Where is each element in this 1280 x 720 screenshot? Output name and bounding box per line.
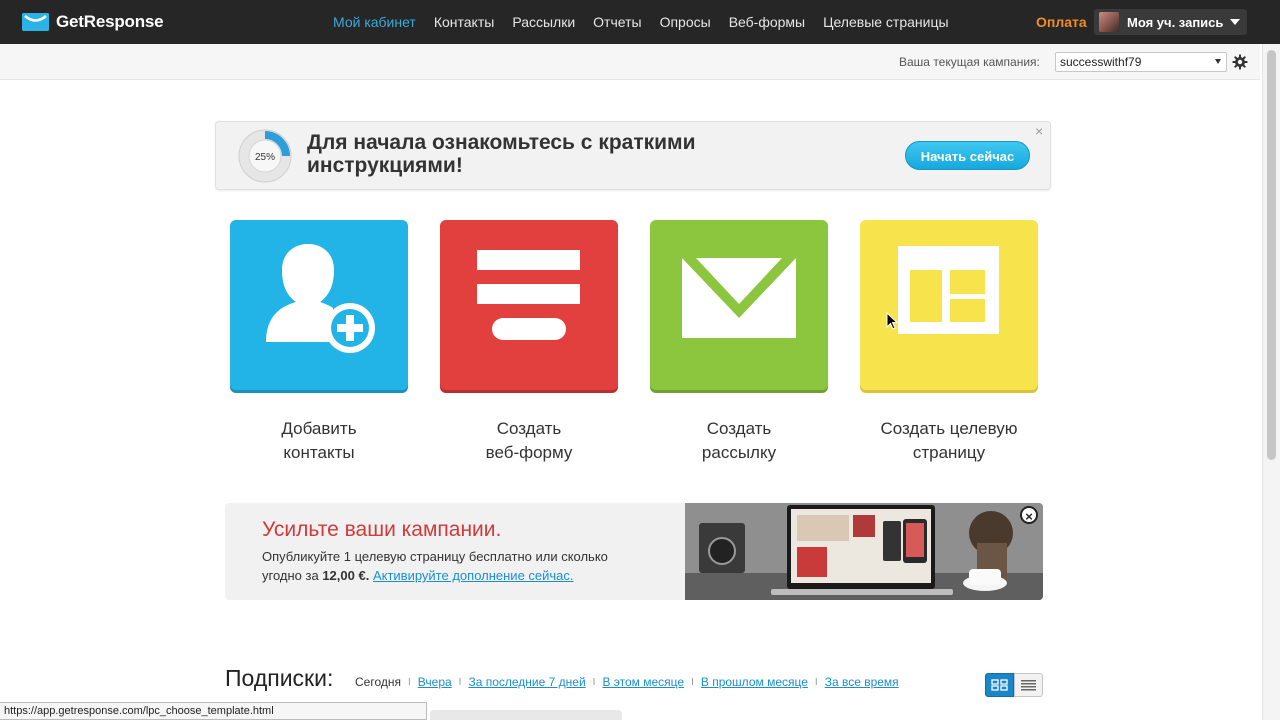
- add-user-icon: [266, 244, 375, 353]
- create-landing-page-tile[interactable]: [860, 220, 1038, 390]
- browser-status-bar: https://app.getresponse.com/lpc_choose_t…: [0, 702, 427, 720]
- period-filters: Сегодня I Вчера I За последние 7 дней I …: [355, 675, 899, 689]
- tile-label-line: Добавить: [281, 419, 357, 438]
- progress-ring-icon: 25%: [238, 129, 292, 183]
- envelope-icon: [682, 258, 796, 338]
- webform-icon: [477, 250, 580, 340]
- filter-yesterday[interactable]: Вчера: [418, 675, 452, 689]
- nav-item-contacts[interactable]: Контакты: [434, 14, 494, 30]
- campaign-bar: Ваша текущая кампания: successwithf79: [0, 44, 1260, 80]
- filter-separator: I: [691, 676, 694, 688]
- filter-last-month[interactable]: В прошлом месяце: [701, 675, 808, 689]
- activate-addon-link[interactable]: Активируйте дополнение сейчас.: [373, 568, 574, 583]
- create-webform-tile[interactable]: [440, 220, 618, 390]
- select-arrow-icon: [1215, 59, 1221, 64]
- tile-label-line: рассылку: [701, 443, 777, 462]
- progress-label: 25%: [255, 152, 275, 163]
- filter-separator: I: [814, 676, 818, 688]
- start-now-button[interactable]: Начать сейчас: [905, 141, 1030, 170]
- nav-item-landing-pages[interactable]: Целевые страницы: [823, 14, 948, 30]
- list-icon: [1021, 680, 1036, 691]
- create-newsletter-label[interactable]: Создать рассылку: [629, 417, 849, 465]
- tile-label-line: Создать: [706, 419, 772, 438]
- promo-price: 12,00 €.: [322, 568, 370, 583]
- main-nav: Мой кабинет Контакты Рассылки Отчеты Опр…: [333, 0, 967, 44]
- tile-label-line: страницу: [912, 443, 986, 462]
- content-panel-edge: [430, 710, 622, 720]
- add-contacts-label[interactable]: Добавить контакты: [209, 417, 429, 465]
- subscriptions-title: Подписки:: [225, 665, 334, 691]
- list-view-button[interactable]: [1014, 673, 1043, 697]
- promo-text: Опубликуйте 1 целевую страницу бесплатно…: [262, 547, 642, 585]
- campaign-selected-value: successwithf79: [1060, 55, 1142, 69]
- add-contacts-tile[interactable]: [230, 220, 408, 390]
- account-menu-button[interactable]: Моя уч. запись: [1094, 9, 1247, 35]
- filter-this-month[interactable]: В этом месяце: [602, 675, 684, 689]
- view-toggle: [985, 673, 1043, 697]
- getresponse-logo[interactable]: GetResponse: [22, 12, 164, 32]
- top-navigation-bar: GetResponse Мой кабинет Контакты Рассылк…: [0, 0, 1280, 44]
- logo-envelope-icon: [22, 13, 49, 31]
- pay-link[interactable]: Оплата: [1036, 14, 1087, 30]
- grid-view-button[interactable]: [985, 673, 1014, 697]
- tile-label-line: Создать: [496, 419, 562, 438]
- create-newsletter-tile[interactable]: [650, 220, 828, 390]
- nav-item-reports[interactable]: Отчеты: [593, 14, 641, 30]
- promo-illustration: [685, 503, 1043, 600]
- tile-label-line: контакты: [283, 443, 355, 462]
- page-scrollbar[interactable]: [1262, 44, 1280, 720]
- getting-started-banner: 25% Для начала ознакомьтесь с краткими и…: [215, 121, 1051, 190]
- promo-banner: Усильте ваши кампании. Опубликуйте 1 цел…: [225, 503, 1043, 600]
- landing-page-layout-icon: [898, 246, 999, 334]
- tile-label-line: веб-форму: [485, 443, 573, 462]
- tile-label-line: Создать целевую: [880, 419, 1018, 438]
- filter-today[interactable]: Сегодня: [355, 675, 401, 689]
- campaign-select[interactable]: successwithf79: [1055, 52, 1227, 72]
- filter-separator: I: [458, 676, 462, 688]
- avatar: [1099, 12, 1119, 32]
- mouse-cursor-icon: [886, 312, 898, 330]
- nav-item-surveys[interactable]: Опросы: [660, 14, 711, 30]
- intro-title: Для начала ознакомьтесь с краткими инстр…: [307, 131, 696, 177]
- close-icon[interactable]: ×: [1035, 123, 1043, 139]
- filter-last-7-days[interactable]: За последние 7 дней: [468, 675, 585, 689]
- nav-item-dashboard[interactable]: Мой кабинет: [333, 14, 416, 30]
- promo-title: Усильте ваши кампании.: [262, 518, 502, 541]
- promo-close-icon[interactable]: ×: [1020, 506, 1038, 524]
- current-campaign-label: Ваша текущая кампания:: [899, 55, 1040, 69]
- filter-all-time[interactable]: За все время: [825, 675, 899, 689]
- create-webform-label[interactable]: Создать веб-форму: [419, 417, 639, 465]
- nav-item-webforms[interactable]: Веб-формы: [729, 14, 805, 30]
- gear-icon[interactable]: [1232, 54, 1248, 70]
- account-label: Моя уч. запись: [1127, 14, 1224, 30]
- scrollbar-thumb[interactable]: [1267, 50, 1276, 460]
- filter-separator: I: [592, 676, 596, 688]
- caret-down-icon: [1230, 19, 1241, 25]
- filter-separator: I: [408, 676, 411, 688]
- grid-icon: [991, 679, 1008, 691]
- logo-text: GetResponse: [56, 12, 164, 31]
- nav-item-newsletters[interactable]: Рассылки: [512, 14, 575, 30]
- promo-image: [685, 503, 1043, 600]
- create-landing-page-label[interactable]: Создать целевую страницу: [839, 417, 1059, 465]
